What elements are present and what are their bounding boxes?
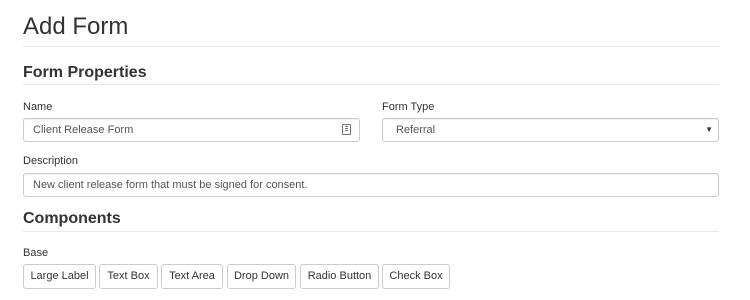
description-label: Description xyxy=(23,155,79,167)
contact-card-icon[interactable] xyxy=(342,124,351,135)
caret-down-icon: ▼ xyxy=(705,125,713,134)
radio-button-button[interactable]: Radio Button xyxy=(300,264,379,289)
form-properties-divider xyxy=(23,84,719,85)
components-divider xyxy=(23,231,719,232)
name-label: Name xyxy=(23,101,53,113)
text-box-button[interactable]: Text Box xyxy=(99,264,158,289)
drop-down-button[interactable]: Drop Down xyxy=(227,264,296,289)
check-box-button[interactable]: Check Box xyxy=(382,264,450,289)
form-type-label: Form Type xyxy=(382,101,435,113)
description-input-value: New client release form that must be sig… xyxy=(33,179,308,191)
form-properties-heading: Form Properties xyxy=(23,64,147,81)
description-input[interactable]: New client release form that must be sig… xyxy=(23,173,719,197)
components-heading: Components xyxy=(23,210,121,227)
title-divider xyxy=(23,46,719,47)
base-group-label: Base xyxy=(23,247,49,259)
form-type-select[interactable]: Referral ▼ xyxy=(382,118,719,142)
name-input-value: Client Release Form xyxy=(33,124,134,136)
text-area-button[interactable]: Text Area xyxy=(161,264,223,289)
name-input[interactable]: Client Release Form xyxy=(23,118,360,142)
page-title: Add Form xyxy=(23,13,129,40)
form-type-selected-value: Referral xyxy=(396,124,436,136)
large-label-button[interactable]: Large Label xyxy=(23,264,96,289)
